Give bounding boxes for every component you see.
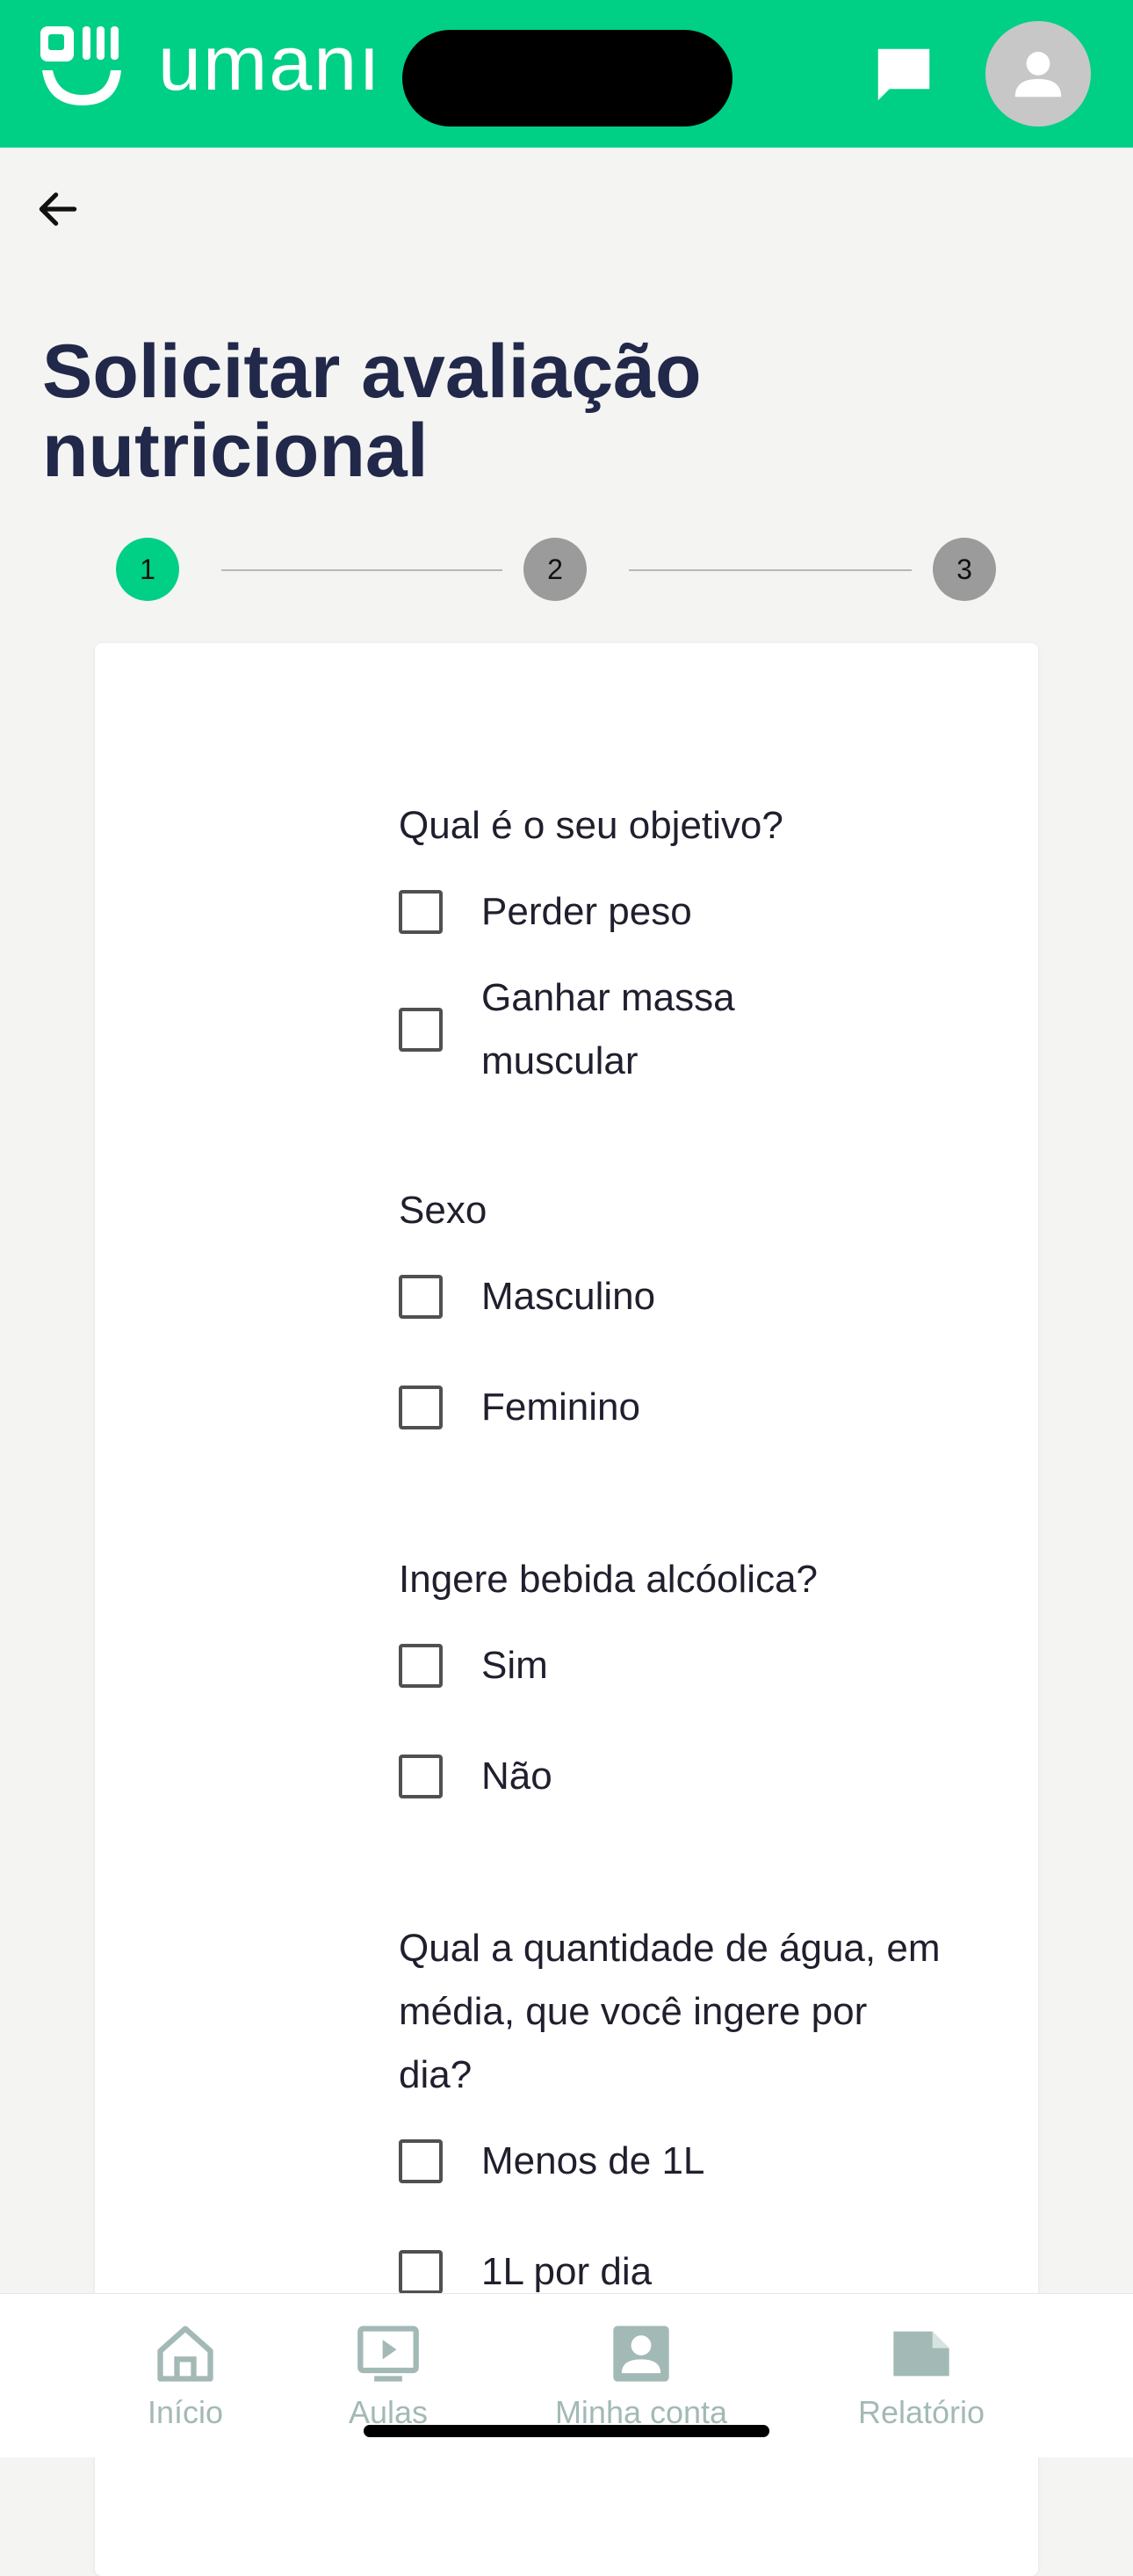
nav-relatorio[interactable]: Relatório — [855, 2320, 987, 2431]
option-label: Masculino — [481, 1275, 656, 1318]
option-label: Menos de 1L — [481, 2139, 705, 2182]
checkbox[interactable] — [399, 1008, 443, 1052]
step-connector — [221, 569, 502, 571]
option-label: Sim — [481, 1644, 548, 1687]
form-card: Qual é o seu objetivo? Perder peso Ganha… — [95, 643, 1038, 2576]
step-3: 3 — [933, 538, 996, 601]
option-label: Perder peso — [481, 890, 692, 933]
option-label: Feminino — [481, 1386, 640, 1429]
account-icon — [613, 2326, 669, 2382]
question-goal: Qual é o seu objetivo? — [399, 804, 783, 847]
option-label: Não — [481, 1755, 552, 1798]
option-sim[interactable]: Sim — [399, 1634, 1014, 1697]
checkbox[interactable] — [399, 1755, 443, 1798]
user-icon — [1014, 51, 1062, 98]
brand-name: umanı — [158, 19, 382, 106]
progress-stepper: 1 2 3 — [0, 538, 1133, 604]
report-icon — [893, 2331, 949, 2377]
arrow-left-icon[interactable] — [33, 185, 83, 234]
question-sex: Sexo — [399, 1189, 487, 1232]
avatar[interactable] — [985, 21, 1091, 127]
checkbox[interactable] — [399, 890, 443, 934]
step-2: 2 — [523, 538, 587, 601]
nav-label: Relatório — [857, 2394, 985, 2430]
question-water: Qual a quantidade de água, em média, que… — [399, 1927, 941, 2096]
step-1: 1 — [116, 538, 179, 601]
top-bar: umanı — [0, 0, 1133, 148]
step-connector — [629, 569, 912, 571]
option-nao[interactable]: Não — [399, 1745, 1014, 1808]
option-menos-1l[interactable]: Menos de 1L — [399, 2130, 1014, 2193]
checkbox[interactable] — [399, 1644, 443, 1688]
nav-label: Início — [147, 2394, 224, 2430]
nav-aulas[interactable]: Aulas — [344, 2320, 432, 2431]
page-title: Solicitar avaliação nutricional — [42, 329, 702, 493]
nav-minha-conta[interactable]: Minha conta — [553, 2320, 729, 2431]
option-masculino[interactable]: Masculino — [399, 1265, 1014, 1328]
checkbox[interactable] — [399, 2139, 443, 2183]
chat-icon[interactable] — [870, 40, 938, 109]
nav-inicio[interactable]: Início — [146, 2320, 225, 2431]
option-perder-peso[interactable]: Perder peso — [399, 880, 1014, 944]
video-icon — [357, 2326, 419, 2382]
logo-icon — [40, 26, 121, 105]
home-icon — [157, 2326, 213, 2382]
option-label: Ganhar massa muscular — [481, 976, 735, 1082]
checkbox[interactable] — [399, 1386, 443, 1429]
checkbox[interactable] — [399, 2250, 443, 2294]
option-ganhar-massa[interactable]: Ganhar massa muscular — [399, 966, 1014, 1093]
camera-notch — [402, 30, 732, 127]
checkbox[interactable] — [399, 1275, 443, 1319]
home-indicator — [364, 2425, 769, 2437]
option-feminino[interactable]: Feminino — [399, 1376, 1014, 1439]
question-alcohol: Ingere bebida alcóolica? — [399, 1558, 819, 1601]
